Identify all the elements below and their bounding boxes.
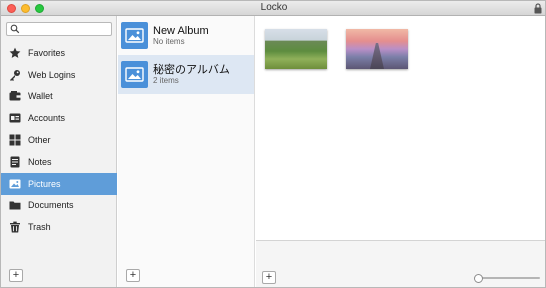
accounts-icon (9, 112, 21, 124)
album-icon (121, 22, 148, 49)
add-photo-button[interactable]: + (262, 271, 276, 284)
pier-shape (370, 43, 384, 69)
green-hills-photo[interactable] (265, 29, 327, 69)
sidebar-nav: Favorites Web Logins Wallet Accounts Oth… (1, 42, 117, 238)
album-name: 秘密のアルバム (153, 64, 230, 76)
sidebar-item-notes[interactable]: Notes (1, 151, 117, 173)
app-window: Locko Favorites Web Logins Wallet Accoun… (0, 0, 546, 288)
sidebar-item-label: Accounts (28, 113, 66, 124)
search-input[interactable] (21, 23, 109, 35)
sidebar-item-label: Notes (28, 156, 52, 167)
grid-icon (9, 134, 21, 146)
sidebar-item-label: Pictures (28, 178, 61, 189)
lock-icon[interactable] (533, 3, 543, 14)
title-bar: Locko (1, 1, 545, 16)
sidebar-item-label: Favorites (28, 47, 66, 58)
sidebar-item-trash[interactable]: Trash (1, 216, 117, 238)
photo-browser: + (256, 16, 545, 287)
sidebar-item-label: Trash (28, 222, 51, 233)
album-item-secret-album[interactable]: 秘密のアルバム 2 items (118, 55, 254, 94)
photo-grid (256, 16, 545, 241)
album-list: New Album No items 秘密のアルバム 2 items + (118, 16, 255, 287)
star-icon (9, 47, 21, 59)
folder-icon (9, 199, 21, 211)
sidebar-item-other[interactable]: Other (1, 129, 117, 151)
sidebar-item-label: Other (28, 135, 51, 146)
key-icon (9, 69, 21, 81)
album-count: No items (153, 37, 185, 46)
album-count: 2 items (153, 76, 179, 85)
add-album-button[interactable]: + (126, 269, 140, 282)
notes-icon (9, 156, 21, 168)
sidebar-item-pictures[interactable]: Pictures (1, 172, 117, 195)
sidebar-item-accounts[interactable]: Accounts (1, 107, 117, 129)
trash-icon (9, 221, 21, 233)
search-field[interactable] (6, 22, 112, 36)
album-item-new-album[interactable]: New Album No items (118, 16, 254, 55)
sidebar-item-wallet[interactable]: Wallet (1, 86, 117, 108)
wallet-icon (9, 90, 21, 102)
search-icon (10, 24, 20, 34)
pictures-icon (9, 178, 21, 190)
add-item-button[interactable]: + (9, 269, 23, 282)
sidebar-item-web-logins[interactable]: Web Logins (1, 64, 117, 86)
album-icon (121, 61, 148, 88)
sidebar-item-label: Wallet (28, 91, 53, 102)
sidebar-item-documents[interactable]: Documents (1, 195, 117, 217)
sidebar-item-favorites[interactable]: Favorites (1, 42, 117, 64)
sidebar: Favorites Web Logins Wallet Accounts Oth… (1, 16, 117, 287)
album-name: New Album (153, 25, 209, 37)
zoom-slider-knob[interactable] (474, 274, 483, 283)
window-title: Locko (260, 2, 288, 13)
zoom-slider-track[interactable] (478, 277, 540, 279)
sidebar-item-label: Web Logins (28, 69, 76, 80)
sidebar-item-label: Documents (28, 200, 74, 211)
sunset-pier-photo[interactable] (346, 29, 408, 69)
